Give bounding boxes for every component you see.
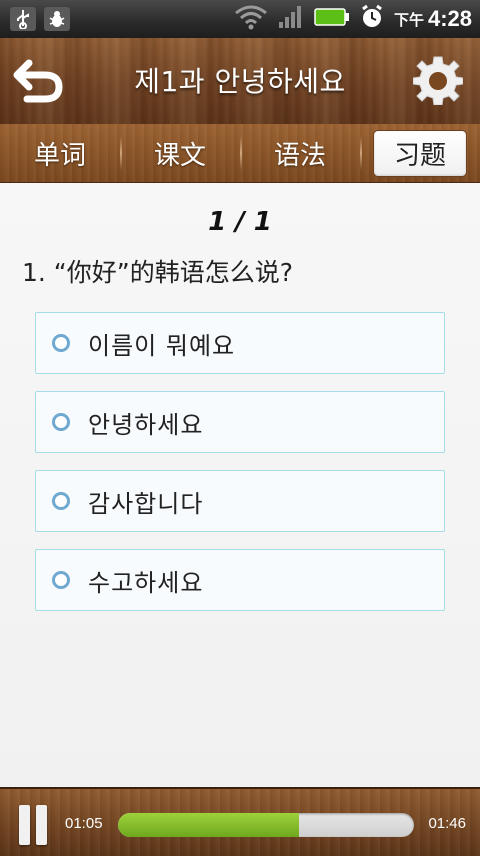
status-bar: 下午 4:28	[0, 0, 480, 38]
wifi-icon	[234, 4, 268, 34]
tab-text[interactable]: 课文	[120, 124, 240, 182]
usb-icon	[10, 7, 36, 31]
clock-period: 下午	[393, 10, 424, 29]
tab-grammar[interactable]: 语法	[240, 124, 360, 182]
audio-player: 01:05 01:46	[0, 787, 480, 856]
current-time: 01:05	[65, 815, 103, 832]
tab-bar: 单词 课文 语法 习题	[0, 124, 480, 183]
back-button[interactable]	[10, 50, 68, 108]
tab-label: 课文	[153, 140, 206, 171]
radio-icon	[52, 571, 70, 589]
answer-option-1[interactable]: 이름이 뭐예요	[35, 312, 445, 374]
progress-bar[interactable]	[118, 813, 414, 837]
answer-option-label: 수고하세요	[88, 568, 204, 597]
tab-words[interactable]: 单词	[0, 124, 120, 182]
radio-icon	[52, 413, 70, 431]
tab-exercises[interactable]: 习题	[360, 124, 480, 182]
tab-label: 语法	[273, 140, 326, 171]
back-arrow-icon	[13, 59, 63, 103]
question-text: 1. “你好”的韩语怎么说?	[22, 258, 293, 287]
title-bar: 제1과 안녕하세요	[0, 38, 480, 126]
answer-option-label: 이름이 뭐예요	[88, 331, 236, 360]
bug-icon	[44, 7, 70, 31]
duration-time: 01:46	[428, 815, 466, 832]
answer-option-label: 안녕하세요	[88, 410, 204, 439]
answer-option-3[interactable]: 감사합니다	[35, 470, 445, 532]
battery-icon	[314, 7, 350, 31]
tab-label: 习题	[372, 129, 467, 177]
progress-fill	[118, 813, 300, 837]
answer-option-2[interactable]: 안녕하세요	[35, 391, 445, 453]
alarm-icon	[360, 4, 384, 34]
clock-time: 4:28	[427, 6, 472, 31]
tab-label: 单词	[33, 140, 86, 171]
radio-icon	[52, 334, 70, 352]
gear-icon	[413, 56, 463, 105]
settings-button[interactable]	[408, 50, 468, 110]
question-counter: 1 / 1	[208, 207, 272, 237]
quiz-panel: 1 / 1 1. “你好”的韩语怎么说? 이름이 뭐예요 안녕하세요 감사합니다…	[0, 183, 480, 787]
signal-icon	[278, 5, 304, 33]
answer-option-label: 감사합니다	[88, 489, 204, 518]
page-title: 제1과 안녕하세요	[134, 65, 346, 98]
answer-option-4[interactable]: 수고하세요	[35, 549, 445, 611]
pause-button[interactable]	[16, 805, 52, 845]
radio-icon	[52, 492, 70, 510]
